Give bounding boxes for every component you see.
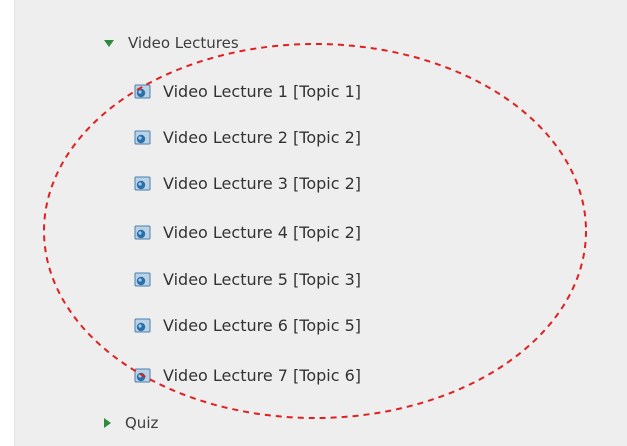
video-icon — [134, 318, 151, 332]
video-lecture-label: Video Lecture 6 [Topic 5] — [163, 315, 362, 335]
video-icon — [134, 272, 151, 286]
folder-quiz[interactable]: Quiz — [104, 408, 158, 438]
video-lecture-item[interactable]: Video Lecture 3 [Topic 2] — [134, 168, 361, 198]
caret-down-icon[interactable] — [104, 39, 114, 47]
video-lecture-item[interactable]: Video Lecture 6 [Topic 5] — [134, 310, 361, 340]
video-icon — [134, 84, 151, 98]
video-icon — [134, 368, 151, 382]
folder-video-lectures[interactable]: Video Lectures — [104, 28, 239, 58]
caret-right-icon[interactable] — [104, 418, 111, 428]
video-icon — [134, 176, 151, 190]
folder-label: Video Lectures — [128, 34, 239, 52]
folder-label: Quiz — [125, 414, 159, 432]
video-lecture-label: Video Lecture 5 [Topic 3] — [163, 269, 362, 289]
video-lecture-label: Video Lecture 1 [Topic 1] — [163, 81, 362, 101]
course-tree: Video Lectures Video Lecture 1 [Topic 1]… — [0, 0, 613, 446]
video-lecture-item[interactable]: Video Lecture 4 [Topic 2] — [134, 217, 361, 247]
video-lecture-item[interactable]: Video Lecture 2 [Topic 2] — [134, 122, 361, 152]
video-icon — [134, 130, 151, 144]
video-lecture-label: Video Lecture 2 [Topic 2] — [163, 127, 362, 147]
video-lecture-item[interactable]: Video Lecture 5 [Topic 3] — [134, 264, 361, 294]
video-lecture-label: Video Lecture 4 [Topic 2] — [163, 222, 362, 242]
video-lecture-item[interactable]: Video Lecture 1 [Topic 1] — [134, 76, 361, 106]
video-icon — [134, 225, 151, 239]
video-lecture-item[interactable]: Video Lecture 7 [Topic 6] — [134, 360, 361, 390]
video-lecture-label: Video Lecture 3 [Topic 2] — [163, 173, 362, 193]
video-lecture-label: Video Lecture 7 [Topic 6] — [163, 365, 362, 385]
